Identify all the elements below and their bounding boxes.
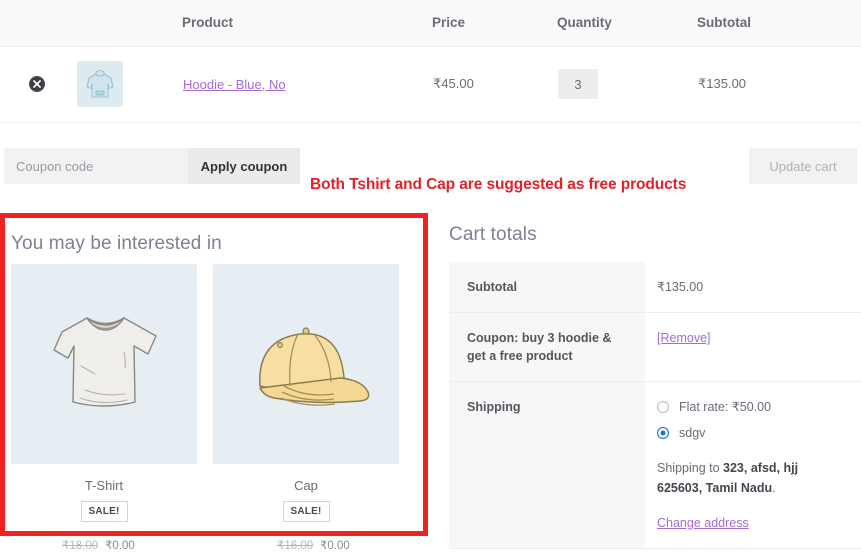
cart-row-remove-cell	[0, 46, 72, 123]
new-price: ₹0.00	[105, 540, 135, 552]
radio-flat-rate[interactable]	[657, 401, 669, 414]
old-price: ₹16.00	[277, 540, 314, 552]
cart-totals-title: Cart totals	[449, 224, 537, 245]
radio-sdgv[interactable]	[657, 426, 669, 439]
sale-badge: SALE!	[80, 501, 128, 522]
product-thumbnail[interactable]	[77, 61, 123, 107]
cart-table-header-row: Product Price Quantity Subtotal	[0, 0, 861, 47]
upsell-product-grid: T-Shirt SALE! Cap SALE!	[5, 255, 423, 522]
upsell-product-image[interactable]	[11, 264, 197, 464]
cart-items-table: Product Price Quantity Subtotal Hoodie -…	[0, 0, 861, 123]
upsell-section: You may be interested in T-Shirt SALE! C…	[0, 213, 428, 536]
shipping-to-prefix: Shipping to	[657, 460, 724, 475]
remove-item-button[interactable]	[29, 76, 45, 92]
shipping-option-label: Flat rate: ₹50.00	[679, 400, 772, 415]
remove-coupon-link[interactable]: [Remove]	[657, 331, 711, 345]
column-header-product: Product	[182, 0, 432, 47]
totals-row-shipping: Shipping Flat rate: ₹50.00 sdgv Shipping…	[449, 381, 861, 549]
coupon-code-input[interactable]	[4, 148, 188, 184]
tshirt-icon	[53, 317, 157, 407]
shipping-to-suffix: .	[772, 480, 776, 495]
sale-badge: SALE!	[282, 501, 330, 522]
upsell-product-card[interactable]: T-Shirt SALE!	[11, 264, 197, 522]
column-header-thumbnail	[72, 0, 182, 47]
subtotal-label: Subtotal	[449, 262, 645, 314]
subtotal-value: ₹135.00	[645, 262, 861, 314]
apply-coupon-button[interactable]: Apply coupon	[188, 148, 300, 184]
upsell-badge-wrap: SALE!	[11, 493, 197, 522]
totals-row-coupon: Coupon: buy 3 hoodie & get a free produc…	[449, 312, 861, 383]
cart-row-thumbnail-cell	[72, 46, 182, 123]
cap-icon	[259, 327, 370, 406]
shipping-destination: Shipping to 323, afsd, hjj 625603, Tamil…	[657, 458, 817, 498]
coupon-value-cell: [Remove]	[645, 312, 861, 383]
upsell-title: You may be interested in	[11, 233, 222, 254]
upsell-product-price: ₹16.00 ₹0.00	[277, 538, 350, 552]
upsell-product-card[interactable]: Cap SALE!	[213, 264, 399, 522]
cart-row-subtotal: ₹135.00	[697, 46, 861, 123]
old-price: ₹18.00	[62, 540, 99, 552]
shipping-option-flat-rate[interactable]: Flat rate: ₹50.00	[657, 398, 851, 416]
upsell-product-price: ₹18.00 ₹0.00	[62, 538, 135, 552]
upsell-badge-wrap: SALE!	[213, 493, 399, 522]
upsell-product-name: Cap	[294, 478, 318, 493]
cart-table-row: Hoodie - Blue, No ₹45.00 3 ₹135.00	[0, 46, 861, 123]
cart-row-product-cell: Hoodie - Blue, No	[182, 46, 432, 123]
new-price: ₹0.00	[320, 540, 350, 552]
cart-totals-table: Subtotal ₹135.00 Coupon: buy 3 hoodie & …	[449, 262, 861, 549]
annotation-text: Both Tshirt and Cap are suggested as fre…	[310, 176, 687, 193]
column-header-quantity: Quantity	[557, 0, 697, 47]
update-cart-button[interactable]: Update cart	[749, 148, 857, 184]
shipping-option-sdgv[interactable]: sdgv	[657, 424, 851, 442]
cart-row-price: ₹45.00	[432, 46, 557, 123]
quantity-input[interactable]: 3	[558, 69, 598, 99]
close-icon	[33, 80, 41, 88]
hoodie-icon	[86, 70, 114, 98]
upsell-product-name: T-Shirt	[84, 478, 124, 493]
shipping-label: Shipping	[449, 381, 645, 549]
cart-row-quantity-cell: 3	[557, 46, 697, 123]
upsell-product-image[interactable]	[213, 264, 399, 464]
column-header-subtotal: Subtotal	[697, 0, 861, 47]
totals-row-subtotal: Subtotal ₹135.00	[449, 262, 861, 314]
coupon-label: Coupon: buy 3 hoodie & get a free produc…	[449, 312, 645, 383]
column-header-remove	[0, 0, 72, 47]
product-name-link[interactable]: Hoodie - Blue, No	[183, 77, 286, 92]
shipping-options-cell: Flat rate: ₹50.00 sdgv Shipping to 323, …	[645, 381, 861, 549]
cart-totals-section: Cart totals Subtotal ₹135.00 Coupon: buy…	[449, 224, 861, 549]
change-address-link[interactable]: Change address	[657, 514, 749, 532]
shipping-option-label: sdgv	[679, 425, 706, 440]
column-header-price: Price	[432, 0, 557, 47]
